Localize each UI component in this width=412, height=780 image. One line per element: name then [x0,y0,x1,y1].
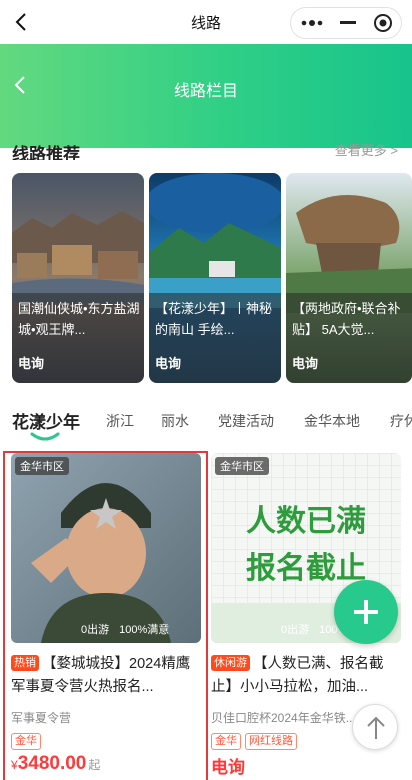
arrow-up-icon [367,716,385,739]
product-tags: 金华 网红线路 [211,731,301,750]
recommend-card-title: 国潮仙侠城•东方盐湖城•观王牌... [18,301,140,337]
location-badge: 金华市区 [215,457,269,475]
navigation-bar: 线路 [0,0,412,44]
image-text-closed: 报名截止 [246,551,366,586]
tab-huayang[interactable]: 花漾少年 [12,408,80,433]
back-to-top-button[interactable] [352,704,398,750]
minimize-icon[interactable] [329,8,366,38]
tag-hot-route: 网红线路 [245,733,297,750]
recommend-card-price: 电询 [18,356,45,371]
recommend-header: 线路推荐 查看更多 > [12,140,400,160]
recommend-card-price: 电询 [155,356,182,371]
recommend-card[interactable]: 国潮仙侠城•东方盐湖城•观王牌... 电询 [12,173,144,383]
tab-party-building[interactable]: 党建活动 [218,411,274,431]
product-title: 休闲游 【人数已满、报名截止】小小马拉松，加油... [211,655,384,695]
tab-recuperation[interactable]: 疗休 [390,411,412,431]
close-target-icon[interactable] [364,8,401,38]
recommend-title: 线路推荐 [12,145,80,160]
active-tab-indicator [30,432,60,441]
recommend-card[interactable]: 【两地政府•联合补贴】 5A大觉... 电询 [286,173,412,383]
tab-jinhua-local[interactable]: 金华本地 [304,411,360,431]
product-price: 电询 [211,758,245,777]
view-more-link[interactable]: 查看更多 > [335,140,398,159]
tag-jinhua: 金华 [211,733,241,750]
recommend-card-title: 【花漾少年】丨神秘的南山 手绘... [155,301,273,337]
tab-zhejiang[interactable]: 浙江 [106,411,134,431]
image-text-full: 人数已满 [246,504,366,539]
more-dots-icon[interactable] [293,8,330,38]
plus-icon [354,600,378,624]
recommend-card-price: 电询 [292,356,319,371]
add-button[interactable] [334,580,398,644]
column-header: 线路栏目 [0,44,412,148]
recommend-card-title: 【两地政府•联合补贴】 5A大觉... [292,301,401,337]
trips-count: 0出游 [281,624,310,636]
selected-card-outline [3,451,208,780]
category-tabs: 花漾少年 浙江 丽水 党建活动 金华本地 疗休 [0,405,412,445]
recommend-card[interactable]: 【花漾少年】丨神秘的南山 手绘... 电询 [149,173,281,383]
tab-lishui[interactable]: 丽水 [161,411,189,431]
header-title: 线路栏目 [173,83,238,100]
leisure-tag: 休闲游 [211,655,250,671]
mini-program-capsule [290,7,402,39]
